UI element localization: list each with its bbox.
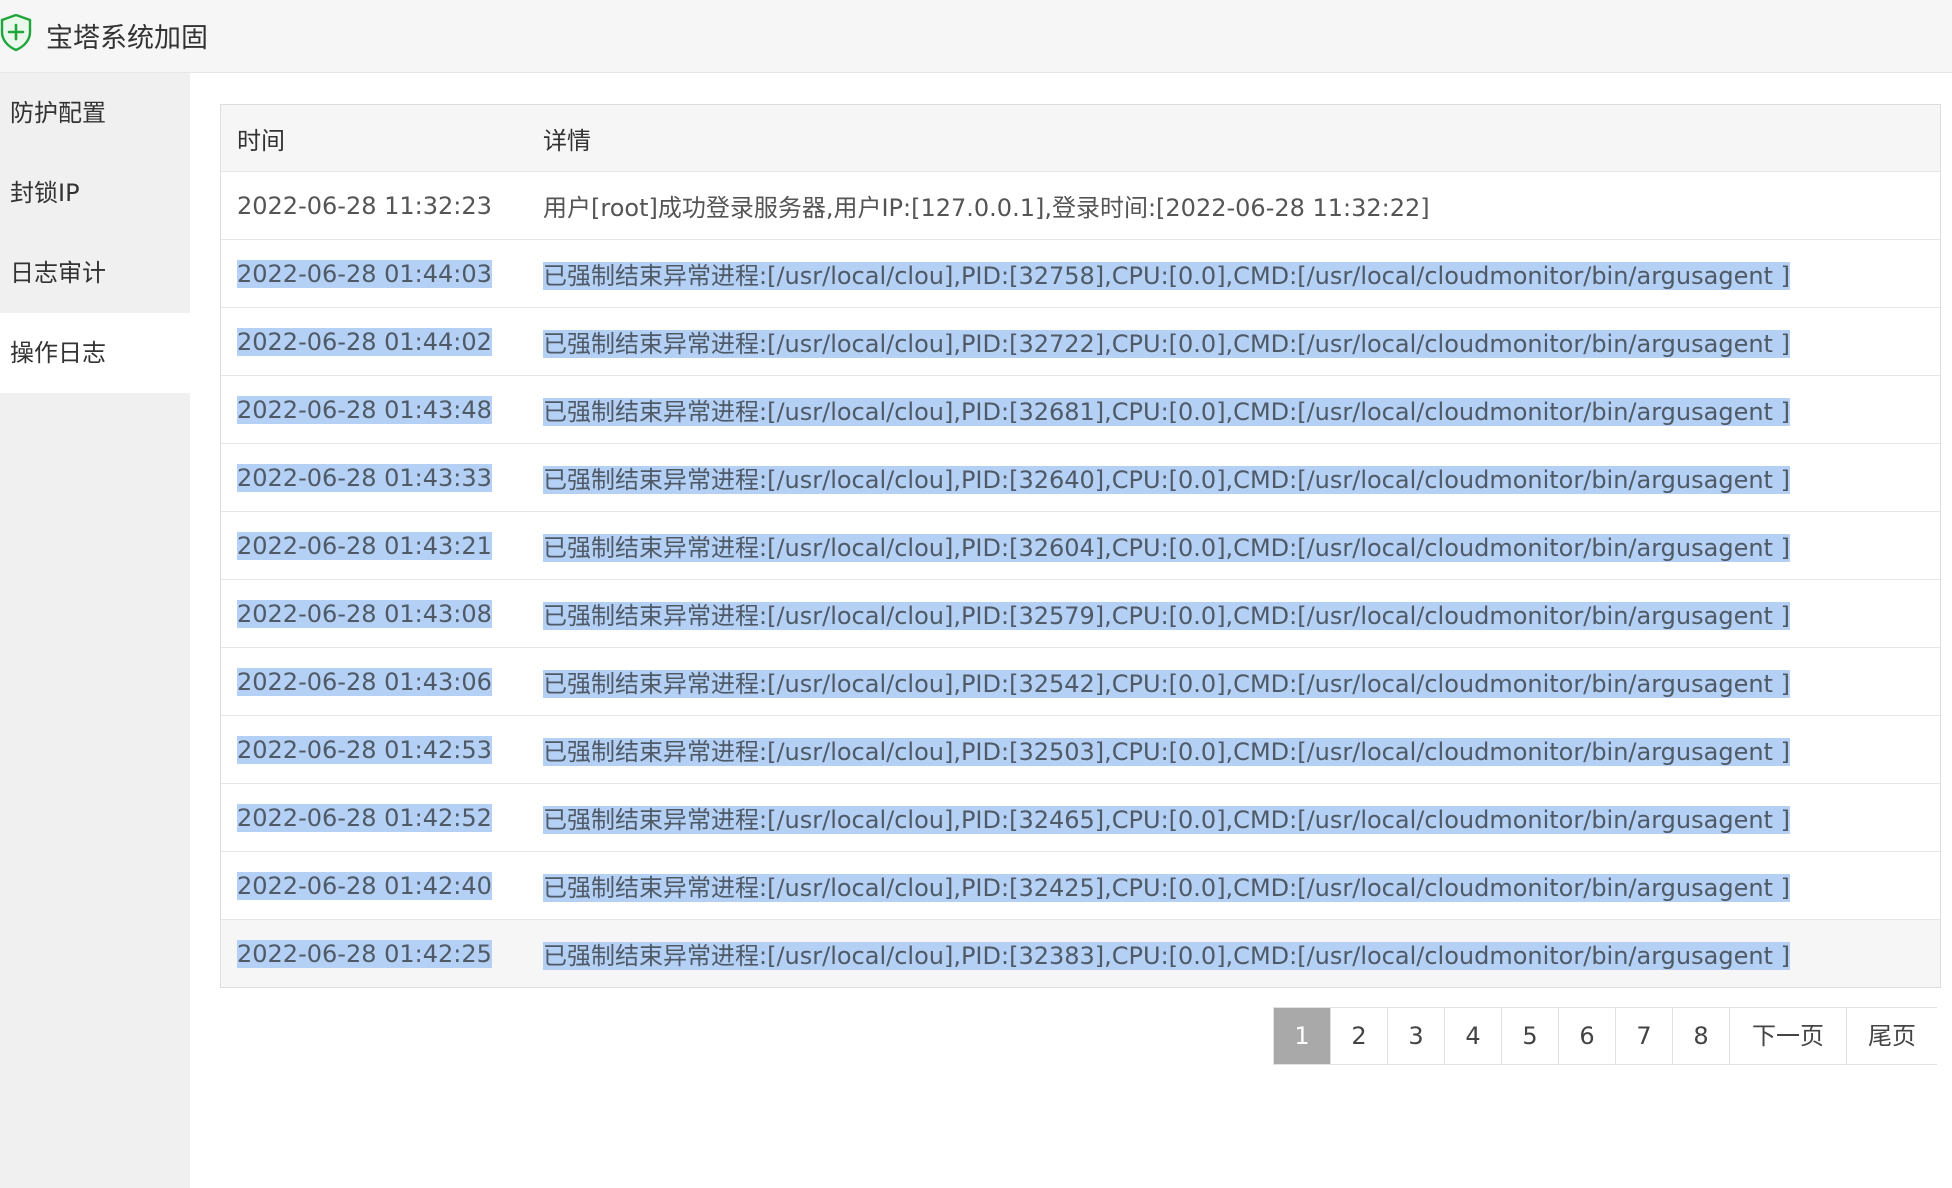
table-row: 2022-06-28 01:43:48 已强制结束异常进程:[/usr/local…	[221, 375, 1940, 444]
log-time-cell: 2022-06-28 01:43:48	[221, 375, 527, 444]
log-detail: 已强制结束异常进程:[/usr/local/clou],PID:[32758],…	[543, 262, 1790, 290]
log-time: 2022-06-28 11:32:23	[237, 191, 492, 220]
shield-plus-icon	[0, 14, 32, 52]
table-row: 2022-06-28 11:32:23 用户[root]成功登录服务器,用户IP:…	[221, 171, 1940, 240]
next-page-button[interactable]: 下一页	[1730, 1008, 1847, 1064]
log-detail: 已强制结束异常进程:[/usr/local/clou],PID:[32579],…	[543, 602, 1790, 630]
table-row: 2022-06-28 01:44:03 已强制结束异常进程:[/usr/local…	[221, 239, 1940, 308]
log-time-cell: 2022-06-28 11:32:23	[221, 171, 527, 240]
log-time-cell: 2022-06-28 01:44:02	[221, 307, 527, 376]
table-row: 2022-06-28 01:42:40 已强制结束异常进程:[/usr/local…	[221, 851, 1940, 920]
log-time-cell: 2022-06-28 01:43:33	[221, 443, 527, 512]
log-detail-cell: 已强制结束异常进程:[/usr/local/clou],PID:[32758],…	[527, 239, 1940, 308]
log-detail: 用户[root]成功登录服务器,用户IP:[127.0.0.1],登录时间:[2…	[543, 194, 1430, 222]
page-button-5[interactable]: 5	[1502, 1008, 1559, 1064]
log-detail: 已强制结束异常进程:[/usr/local/clou],PID:[32383],…	[543, 942, 1790, 970]
log-time: 2022-06-28 01:42:52	[237, 803, 492, 832]
log-time: 2022-06-28 01:43:33	[237, 463, 492, 492]
page-button-7[interactable]: 7	[1616, 1008, 1673, 1064]
log-detail-cell: 已强制结束异常进程:[/usr/local/clou],PID:[32425],…	[527, 851, 1940, 920]
log-time: 2022-06-28 01:42:40	[237, 871, 492, 900]
page-button-3[interactable]: 3	[1388, 1008, 1445, 1064]
log-detail-cell: 已强制结束异常进程:[/usr/local/clou],PID:[32722],…	[527, 307, 1940, 376]
log-detail-cell: 已强制结束异常进程:[/usr/local/clou],PID:[32579],…	[527, 579, 1940, 648]
log-time-cell: 2022-06-28 01:42:40	[221, 851, 527, 920]
log-time: 2022-06-28 01:43:06	[237, 667, 492, 696]
sidebar-item-label: 日志审计	[10, 259, 106, 287]
table-body: 2022-06-28 11:32:23 用户[root]成功登录服务器,用户IP:…	[221, 171, 1940, 987]
table-row: 2022-06-28 01:43:33 已强制结束异常进程:[/usr/local…	[221, 443, 1940, 512]
log-detail: 已强制结束异常进程:[/usr/local/clou],PID:[32722],…	[543, 330, 1790, 358]
column-header-detail: 详情	[527, 105, 1940, 172]
log-detail: 已强制结束异常进程:[/usr/local/clou],PID:[32604],…	[543, 534, 1790, 562]
title-bar: 宝塔系统加固	[0, 0, 1952, 73]
window-title: 宝塔系统加固	[46, 23, 208, 54]
sidebar-item-label: 操作日志	[10, 339, 106, 367]
sidebar-item-operation-log[interactable]: 操作日志	[0, 313, 190, 393]
table-row: 2022-06-28 01:42:25 已强制结束异常进程:[/usr/local…	[221, 919, 1940, 987]
log-detail-cell: 已强制结束异常进程:[/usr/local/clou],PID:[32383],…	[527, 919, 1940, 987]
table-row: 2022-06-28 01:44:02 已强制结束异常进程:[/usr/local…	[221, 307, 1940, 376]
log-time-cell: 2022-06-28 01:43:06	[221, 647, 527, 716]
log-detail: 已强制结束异常进程:[/usr/local/clou],PID:[32425],…	[543, 874, 1790, 902]
log-detail-cell: 已强制结束异常进程:[/usr/local/clou],PID:[32681],…	[527, 375, 1940, 444]
sidebar: 防护配置 封锁IP 日志审计 操作日志	[0, 73, 190, 1188]
log-time-cell: 2022-06-28 01:42:25	[221, 919, 527, 987]
bt-hardening-window: 宝塔系统加固 防护配置 封锁IP 日志审计 操作日志 时间 详情 2022-06…	[0, 0, 1952, 1188]
log-detail-cell: 已强制结束异常进程:[/usr/local/clou],PID:[32465],…	[527, 783, 1940, 852]
page-button-2[interactable]: 2	[1331, 1008, 1388, 1064]
log-time: 2022-06-28 01:42:53	[237, 735, 492, 764]
log-detail-cell: 已强制结束异常进程:[/usr/local/clou],PID:[32640],…	[527, 443, 1940, 512]
page-button-6[interactable]: 6	[1559, 1008, 1616, 1064]
sidebar-item-label: 防护配置	[10, 99, 106, 127]
log-detail: 已强制结束异常进程:[/usr/local/clou],PID:[32681],…	[543, 398, 1790, 426]
table-row: 2022-06-28 01:43:21 已强制结束异常进程:[/usr/local…	[221, 511, 1940, 580]
log-time: 2022-06-28 01:44:02	[237, 327, 492, 356]
log-detail-cell: 用户[root]成功登录服务器,用户IP:[127.0.0.1],登录时间:[2…	[527, 171, 1940, 240]
log-time: 2022-06-28 01:43:48	[237, 395, 492, 424]
log-time: 2022-06-28 01:43:08	[237, 599, 492, 628]
log-detail: 已强制结束异常进程:[/usr/local/clou],PID:[32503],…	[543, 738, 1790, 766]
log-detail: 已强制结束异常进程:[/usr/local/clou],PID:[32465],…	[543, 806, 1790, 834]
table-row: 2022-06-28 01:42:52 已强制结束异常进程:[/usr/local…	[221, 783, 1940, 852]
page-button-8[interactable]: 8	[1673, 1008, 1730, 1064]
log-time: 2022-06-28 01:44:03	[237, 259, 492, 288]
table-header-row: 时间 详情	[221, 105, 1940, 172]
sidebar-item-block-ip[interactable]: 封锁IP	[0, 153, 190, 233]
table-row: 2022-06-28 01:42:53 已强制结束异常进程:[/usr/local…	[221, 715, 1940, 784]
pagination: 1 2 3 4 5 6 7 8 下一页 尾页	[1273, 1007, 1937, 1065]
column-header-time: 时间	[221, 105, 527, 172]
log-time: 2022-06-28 01:42:25	[237, 939, 492, 968]
sidebar-item-log-audit[interactable]: 日志审计	[0, 233, 190, 313]
table-row: 2022-06-28 01:43:06 已强制结束异常进程:[/usr/local…	[221, 647, 1940, 716]
operation-log-table: 时间 详情 2022-06-28 11:32:23 用户[root]成功登录服务器…	[220, 104, 1941, 988]
log-detail-cell: 已强制结束异常进程:[/usr/local/clou],PID:[32542],…	[527, 647, 1940, 716]
log-time-cell: 2022-06-28 01:42:53	[221, 715, 527, 784]
sidebar-item-protection-config[interactable]: 防护配置	[0, 73, 190, 153]
log-time-cell: 2022-06-28 01:43:08	[221, 579, 527, 648]
sidebar-item-label: 封锁IP	[10, 179, 80, 207]
log-time: 2022-06-28 01:43:21	[237, 531, 492, 560]
last-page-button[interactable]: 尾页	[1847, 1008, 1937, 1064]
page-button-1[interactable]: 1	[1274, 1008, 1331, 1064]
log-detail-cell: 已强制结束异常进程:[/usr/local/clou],PID:[32503],…	[527, 715, 1940, 784]
log-detail: 已强制结束异常进程:[/usr/local/clou],PID:[32640],…	[543, 466, 1790, 494]
table-row: 2022-06-28 01:43:08 已强制结束异常进程:[/usr/local…	[221, 579, 1940, 648]
log-time-cell: 2022-06-28 01:42:52	[221, 783, 527, 852]
log-detail: 已强制结束异常进程:[/usr/local/clou],PID:[32542],…	[543, 670, 1790, 698]
log-time-cell: 2022-06-28 01:44:03	[221, 239, 527, 308]
log-detail-cell: 已强制结束异常进程:[/usr/local/clou],PID:[32604],…	[527, 511, 1940, 580]
page-button-4[interactable]: 4	[1445, 1008, 1502, 1064]
log-time-cell: 2022-06-28 01:43:21	[221, 511, 527, 580]
